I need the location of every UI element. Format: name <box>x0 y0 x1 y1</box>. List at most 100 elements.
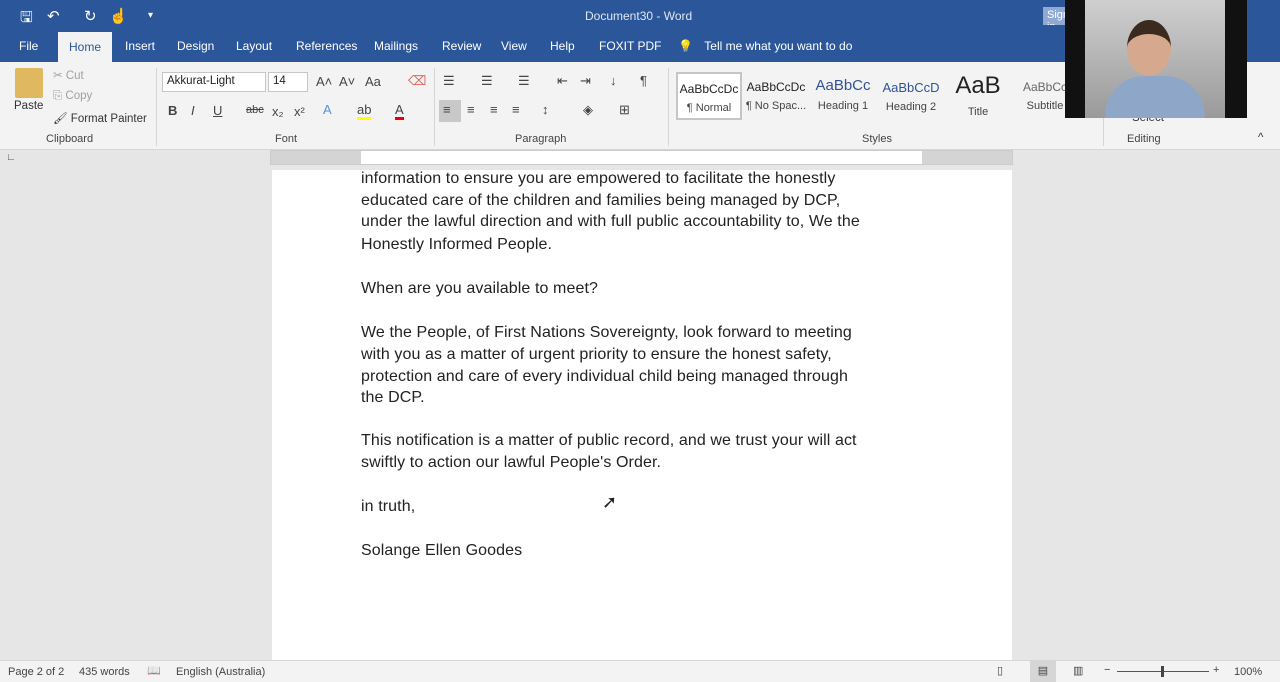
proofing-icon[interactable]: 📖 <box>147 664 161 677</box>
page-count[interactable]: Page 2 of 2 <box>8 666 64 678</box>
font-size-select[interactable]: 14 <box>268 72 308 92</box>
tab-selector-icon[interactable]: ∟ <box>6 152 16 163</box>
zoom-slider-thumb[interactable] <box>1161 666 1164 677</box>
collapse-ribbon-icon[interactable]: ^ <box>1258 132 1263 144</box>
clear-formatting-icon[interactable]: ⌫ <box>408 73 426 89</box>
shading-icon[interactable]: ◈ <box>583 102 593 118</box>
document-line: Solange Ellen Goodes <box>361 542 523 559</box>
cut-button[interactable]: ✂ Cut <box>53 68 84 82</box>
font-group-label: Font <box>275 133 298 145</box>
paragraph-group-label: Paragraph <box>515 133 567 145</box>
superscript-icon[interactable]: x² <box>294 104 305 119</box>
line-spacing-icon[interactable]: ↕ <box>542 102 549 117</box>
multilevel-list-icon[interactable]: ☰ <box>518 73 530 89</box>
style-no-spacing[interactable]: AaBbCcDc ¶ No Spac... <box>743 72 809 120</box>
font-color-icon[interactable]: A <box>395 102 404 120</box>
language[interactable]: English (Australia) <box>176 666 265 678</box>
tab-view[interactable]: View <box>501 39 527 53</box>
style-preview: AaB <box>955 72 1001 99</box>
style-heading-2[interactable]: AaBbCcD Heading 2 <box>878 72 944 120</box>
window-title: Document30 - Word <box>585 9 693 23</box>
document-line: in truth, <box>361 498 416 515</box>
justify-icon[interactable]: ≡ <box>512 102 520 117</box>
decrease-indent-icon[interactable]: ⇤ <box>557 73 568 89</box>
touch-mode-icon[interactable]: ☝ <box>109 7 128 25</box>
divider <box>156 68 157 146</box>
strikethrough-icon[interactable]: abc <box>246 104 264 116</box>
person-head <box>1127 20 1171 76</box>
zoom-in-button[interactable]: + <box>1213 664 1219 676</box>
borders-icon[interactable]: ⊞ <box>619 102 630 118</box>
copy-button[interactable]: ⎘ Copy <box>53 90 92 103</box>
word-count[interactable]: 435 words <box>79 666 130 678</box>
tab-review[interactable]: Review <box>442 39 481 53</box>
font-name-select[interactable]: Akkurat-Light <box>162 72 266 92</box>
increase-indent-icon[interactable]: ⇥ <box>580 73 591 89</box>
sort-icon[interactable]: ↓ <box>610 73 617 88</box>
style-name: Title <box>967 106 989 118</box>
ruler-margin-right <box>922 151 1012 164</box>
style-normal[interactable]: AaBbCcDc ¶ Normal <box>676 72 742 120</box>
tab-foxit-pdf[interactable]: FOXIT PDF <box>599 39 661 53</box>
zoom-level[interactable]: 100% <box>1234 666 1262 678</box>
style-heading-1[interactable]: AaBbCc Heading 1 <box>810 72 876 120</box>
style-name: Heading 1 <box>817 100 869 112</box>
text-effects-icon[interactable]: A <box>323 102 332 117</box>
customize-toolbar-icon[interactable]: ▾ <box>148 10 153 21</box>
document-line: This notification is a matter of public … <box>361 432 857 449</box>
highlight-icon[interactable]: ab <box>357 102 372 120</box>
document-line: educated care of the children and famili… <box>361 192 841 209</box>
format-painter-label: Format Painter <box>70 113 147 125</box>
tab-design[interactable]: Design <box>177 39 214 53</box>
style-title[interactable]: AaB Title <box>945 72 1011 120</box>
tab-insert[interactable]: Insert <box>125 39 155 53</box>
style-preview: AaBbCcDc <box>679 82 739 96</box>
paste-icon[interactable] <box>15 68 43 98</box>
print-layout-icon[interactable]: ▤ <box>1030 661 1056 682</box>
grow-font-icon[interactable]: A˄ <box>316 74 332 89</box>
cut-label: Cut <box>65 70 84 82</box>
tell-me-label: Tell me what you want to do <box>704 39 853 53</box>
save-icon[interactable]: 🖫 <box>20 7 33 32</box>
styles-group-label: Styles <box>862 133 892 145</box>
tab-home[interactable]: Home <box>58 32 113 62</box>
editing-group-label: Editing <box>1127 133 1161 145</box>
underline-icon[interactable]: U <box>213 103 222 118</box>
numbering-icon[interactable]: ☰ <box>481 73 493 89</box>
zoom-out-button[interactable]: − <box>1104 664 1110 676</box>
document-line: swiftly to action our lawful People's Or… <box>361 454 662 471</box>
style-name: Heading 2 <box>885 101 937 113</box>
mouse-cursor-icon: ➚ <box>602 492 618 512</box>
change-case-button[interactable]: Aa <box>365 74 381 89</box>
shrink-font-icon[interactable]: A˅ <box>339 74 355 89</box>
bold-icon[interactable]: B <box>168 103 177 118</box>
paste-button[interactable]: Paste <box>14 100 43 112</box>
align-center-icon[interactable]: ≡ <box>467 102 475 117</box>
align-right-icon[interactable]: ≡ <box>490 102 498 117</box>
redo-icon[interactable]: ↻ <box>84 7 97 25</box>
align-left-icon[interactable]: ≡ <box>439 100 461 122</box>
style-preview: AaBbCcD <box>882 80 940 95</box>
horizontal-ruler[interactable] <box>270 150 1013 165</box>
tab-references[interactable]: References <box>296 39 357 53</box>
show-formatting-icon[interactable]: ¶ <box>640 73 647 88</box>
undo-icon[interactable]: ↶ <box>47 7 60 25</box>
document-line: under the lawful direction and with full… <box>361 213 860 230</box>
tab-help[interactable]: Help <box>550 39 575 53</box>
status-bar: Page 2 of 2 435 words 📖 English (Austral… <box>0 660 1280 682</box>
clipboard-group-label: Clipboard <box>46 133 94 145</box>
web-layout-icon[interactable]: ▥ <box>1073 664 1083 677</box>
tab-mailings[interactable]: Mailings <box>374 39 418 53</box>
tab-layout[interactable]: Layout <box>236 39 272 53</box>
bullets-icon[interactable]: ☰ <box>443 73 455 89</box>
tell-me-search[interactable]: 💡 Tell me what you want to do <box>678 39 852 53</box>
format-painter-button[interactable]: 🖌 Format Painter <box>53 111 147 125</box>
tab-file[interactable]: File <box>19 39 38 53</box>
copy-label: Copy <box>65 90 93 102</box>
italic-icon[interactable]: I <box>191 103 195 118</box>
subscript-icon[interactable]: x₂ <box>272 104 284 119</box>
document-line: protection and care of every individual … <box>361 368 849 385</box>
divider <box>668 68 669 146</box>
document-line: When are you available to meet? <box>361 280 599 297</box>
read-mode-icon[interactable]: ▯ <box>997 664 1003 677</box>
